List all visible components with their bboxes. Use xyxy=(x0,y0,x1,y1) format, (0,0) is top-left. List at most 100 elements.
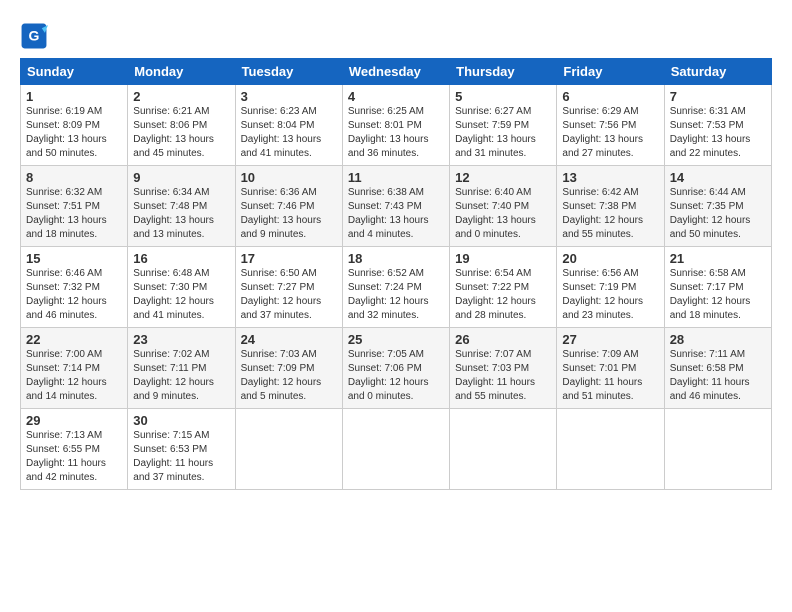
weekday-header-friday: Friday xyxy=(557,59,664,85)
day-number: 7 xyxy=(670,89,766,104)
day-info: Sunrise: 7:13 AMSunset: 6:55 PMDaylight:… xyxy=(26,430,106,483)
day-info: Sunrise: 6:31 AMSunset: 7:53 PMDaylight:… xyxy=(670,106,751,159)
day-info: Sunrise: 6:42 AMSunset: 7:38 PMDaylight:… xyxy=(562,187,643,240)
calendar-cell: 5 Sunrise: 6:27 AMSunset: 7:59 PMDayligh… xyxy=(450,85,557,166)
calendar-cell: 18 Sunrise: 6:52 AMSunset: 7:24 PMDaylig… xyxy=(342,247,449,328)
day-number: 22 xyxy=(26,332,122,347)
day-number: 18 xyxy=(348,251,444,266)
day-number: 21 xyxy=(670,251,766,266)
calendar-cell: 27 Sunrise: 7:09 AMSunset: 7:01 PMDaylig… xyxy=(557,328,664,409)
calendar-week-3: 15 Sunrise: 6:46 AMSunset: 7:32 PMDaylig… xyxy=(21,247,772,328)
day-info: Sunrise: 6:25 AMSunset: 8:01 PMDaylight:… xyxy=(348,106,429,159)
day-info: Sunrise: 7:09 AMSunset: 7:01 PMDaylight:… xyxy=(562,349,642,402)
day-number: 10 xyxy=(241,170,337,185)
calendar-week-2: 8 Sunrise: 6:32 AMSunset: 7:51 PMDayligh… xyxy=(21,166,772,247)
weekday-header-wednesday: Wednesday xyxy=(342,59,449,85)
calendar-cell xyxy=(664,409,771,490)
day-info: Sunrise: 6:44 AMSunset: 7:35 PMDaylight:… xyxy=(670,187,751,240)
day-info: Sunrise: 6:46 AMSunset: 7:32 PMDaylight:… xyxy=(26,268,107,321)
day-info: Sunrise: 7:15 AMSunset: 6:53 PMDaylight:… xyxy=(133,430,213,483)
calendar-week-1: 1 Sunrise: 6:19 AMSunset: 8:09 PMDayligh… xyxy=(21,85,772,166)
calendar-cell: 9 Sunrise: 6:34 AMSunset: 7:48 PMDayligh… xyxy=(128,166,235,247)
day-number: 30 xyxy=(133,413,229,428)
day-number: 9 xyxy=(133,170,229,185)
calendar-cell: 29 Sunrise: 7:13 AMSunset: 6:55 PMDaylig… xyxy=(21,409,128,490)
calendar-cell: 7 Sunrise: 6:31 AMSunset: 7:53 PMDayligh… xyxy=(664,85,771,166)
weekday-header-thursday: Thursday xyxy=(450,59,557,85)
calendar-cell: 25 Sunrise: 7:05 AMSunset: 7:06 PMDaylig… xyxy=(342,328,449,409)
day-info: Sunrise: 6:52 AMSunset: 7:24 PMDaylight:… xyxy=(348,268,429,321)
calendar-cell xyxy=(342,409,449,490)
weekday-header-sunday: Sunday xyxy=(21,59,128,85)
calendar-week-5: 29 Sunrise: 7:13 AMSunset: 6:55 PMDaylig… xyxy=(21,409,772,490)
calendar-cell: 1 Sunrise: 6:19 AMSunset: 8:09 PMDayligh… xyxy=(21,85,128,166)
day-number: 6 xyxy=(562,89,658,104)
day-info: Sunrise: 6:27 AMSunset: 7:59 PMDaylight:… xyxy=(455,106,536,159)
calendar-cell: 4 Sunrise: 6:25 AMSunset: 8:01 PMDayligh… xyxy=(342,85,449,166)
calendar-cell: 20 Sunrise: 6:56 AMSunset: 7:19 PMDaylig… xyxy=(557,247,664,328)
day-number: 15 xyxy=(26,251,122,266)
page: G SundayMondayTuesdayWednesdayThursdayFr… xyxy=(0,0,792,500)
day-info: Sunrise: 7:00 AMSunset: 7:14 PMDaylight:… xyxy=(26,349,107,402)
svg-text:G: G xyxy=(29,28,40,44)
calendar-header-row: SundayMondayTuesdayWednesdayThursdayFrid… xyxy=(21,59,772,85)
day-number: 23 xyxy=(133,332,229,347)
day-info: Sunrise: 6:54 AMSunset: 7:22 PMDaylight:… xyxy=(455,268,536,321)
logo: G xyxy=(20,22,50,50)
day-info: Sunrise: 6:34 AMSunset: 7:48 PMDaylight:… xyxy=(133,187,214,240)
calendar-cell: 10 Sunrise: 6:36 AMSunset: 7:46 PMDaylig… xyxy=(235,166,342,247)
calendar-cell: 14 Sunrise: 6:44 AMSunset: 7:35 PMDaylig… xyxy=(664,166,771,247)
day-info: Sunrise: 6:38 AMSunset: 7:43 PMDaylight:… xyxy=(348,187,429,240)
day-number: 1 xyxy=(26,89,122,104)
calendar-cell: 16 Sunrise: 6:48 AMSunset: 7:30 PMDaylig… xyxy=(128,247,235,328)
day-number: 25 xyxy=(348,332,444,347)
calendar-cell: 6 Sunrise: 6:29 AMSunset: 7:56 PMDayligh… xyxy=(557,85,664,166)
day-info: Sunrise: 6:23 AMSunset: 8:04 PMDaylight:… xyxy=(241,106,322,159)
header: G xyxy=(20,18,772,50)
day-number: 5 xyxy=(455,89,551,104)
calendar-table: SundayMondayTuesdayWednesdayThursdayFrid… xyxy=(20,58,772,490)
day-number: 26 xyxy=(455,332,551,347)
calendar-cell: 28 Sunrise: 7:11 AMSunset: 6:58 PMDaylig… xyxy=(664,328,771,409)
calendar-cell xyxy=(450,409,557,490)
calendar-cell: 12 Sunrise: 6:40 AMSunset: 7:40 PMDaylig… xyxy=(450,166,557,247)
day-info: Sunrise: 7:05 AMSunset: 7:06 PMDaylight:… xyxy=(348,349,429,402)
day-number: 27 xyxy=(562,332,658,347)
calendar-cell: 17 Sunrise: 6:50 AMSunset: 7:27 PMDaylig… xyxy=(235,247,342,328)
day-info: Sunrise: 6:36 AMSunset: 7:46 PMDaylight:… xyxy=(241,187,322,240)
day-info: Sunrise: 6:29 AMSunset: 7:56 PMDaylight:… xyxy=(562,106,643,159)
calendar-week-4: 22 Sunrise: 7:00 AMSunset: 7:14 PMDaylig… xyxy=(21,328,772,409)
day-number: 20 xyxy=(562,251,658,266)
calendar-cell: 8 Sunrise: 6:32 AMSunset: 7:51 PMDayligh… xyxy=(21,166,128,247)
day-number: 16 xyxy=(133,251,229,266)
day-number: 19 xyxy=(455,251,551,266)
day-info: Sunrise: 6:50 AMSunset: 7:27 PMDaylight:… xyxy=(241,268,322,321)
weekday-header-tuesday: Tuesday xyxy=(235,59,342,85)
calendar-cell: 3 Sunrise: 6:23 AMSunset: 8:04 PMDayligh… xyxy=(235,85,342,166)
weekday-header-saturday: Saturday xyxy=(664,59,771,85)
calendar-cell: 13 Sunrise: 6:42 AMSunset: 7:38 PMDaylig… xyxy=(557,166,664,247)
logo-icon: G xyxy=(20,22,48,50)
day-number: 13 xyxy=(562,170,658,185)
calendar-cell: 24 Sunrise: 7:03 AMSunset: 7:09 PMDaylig… xyxy=(235,328,342,409)
day-info: Sunrise: 6:19 AMSunset: 8:09 PMDaylight:… xyxy=(26,106,107,159)
day-info: Sunrise: 7:02 AMSunset: 7:11 PMDaylight:… xyxy=(133,349,214,402)
calendar-cell xyxy=(235,409,342,490)
day-number: 11 xyxy=(348,170,444,185)
day-info: Sunrise: 6:21 AMSunset: 8:06 PMDaylight:… xyxy=(133,106,214,159)
day-number: 29 xyxy=(26,413,122,428)
day-number: 12 xyxy=(455,170,551,185)
day-number: 14 xyxy=(670,170,766,185)
day-info: Sunrise: 6:32 AMSunset: 7:51 PMDaylight:… xyxy=(26,187,107,240)
day-info: Sunrise: 6:40 AMSunset: 7:40 PMDaylight:… xyxy=(455,187,536,240)
calendar-cell: 19 Sunrise: 6:54 AMSunset: 7:22 PMDaylig… xyxy=(450,247,557,328)
day-info: Sunrise: 6:58 AMSunset: 7:17 PMDaylight:… xyxy=(670,268,751,321)
calendar-cell: 2 Sunrise: 6:21 AMSunset: 8:06 PMDayligh… xyxy=(128,85,235,166)
day-info: Sunrise: 6:48 AMSunset: 7:30 PMDaylight:… xyxy=(133,268,214,321)
calendar-cell: 30 Sunrise: 7:15 AMSunset: 6:53 PMDaylig… xyxy=(128,409,235,490)
day-info: Sunrise: 6:56 AMSunset: 7:19 PMDaylight:… xyxy=(562,268,643,321)
weekday-header-monday: Monday xyxy=(128,59,235,85)
calendar-cell: 15 Sunrise: 6:46 AMSunset: 7:32 PMDaylig… xyxy=(21,247,128,328)
day-number: 17 xyxy=(241,251,337,266)
day-number: 2 xyxy=(133,89,229,104)
